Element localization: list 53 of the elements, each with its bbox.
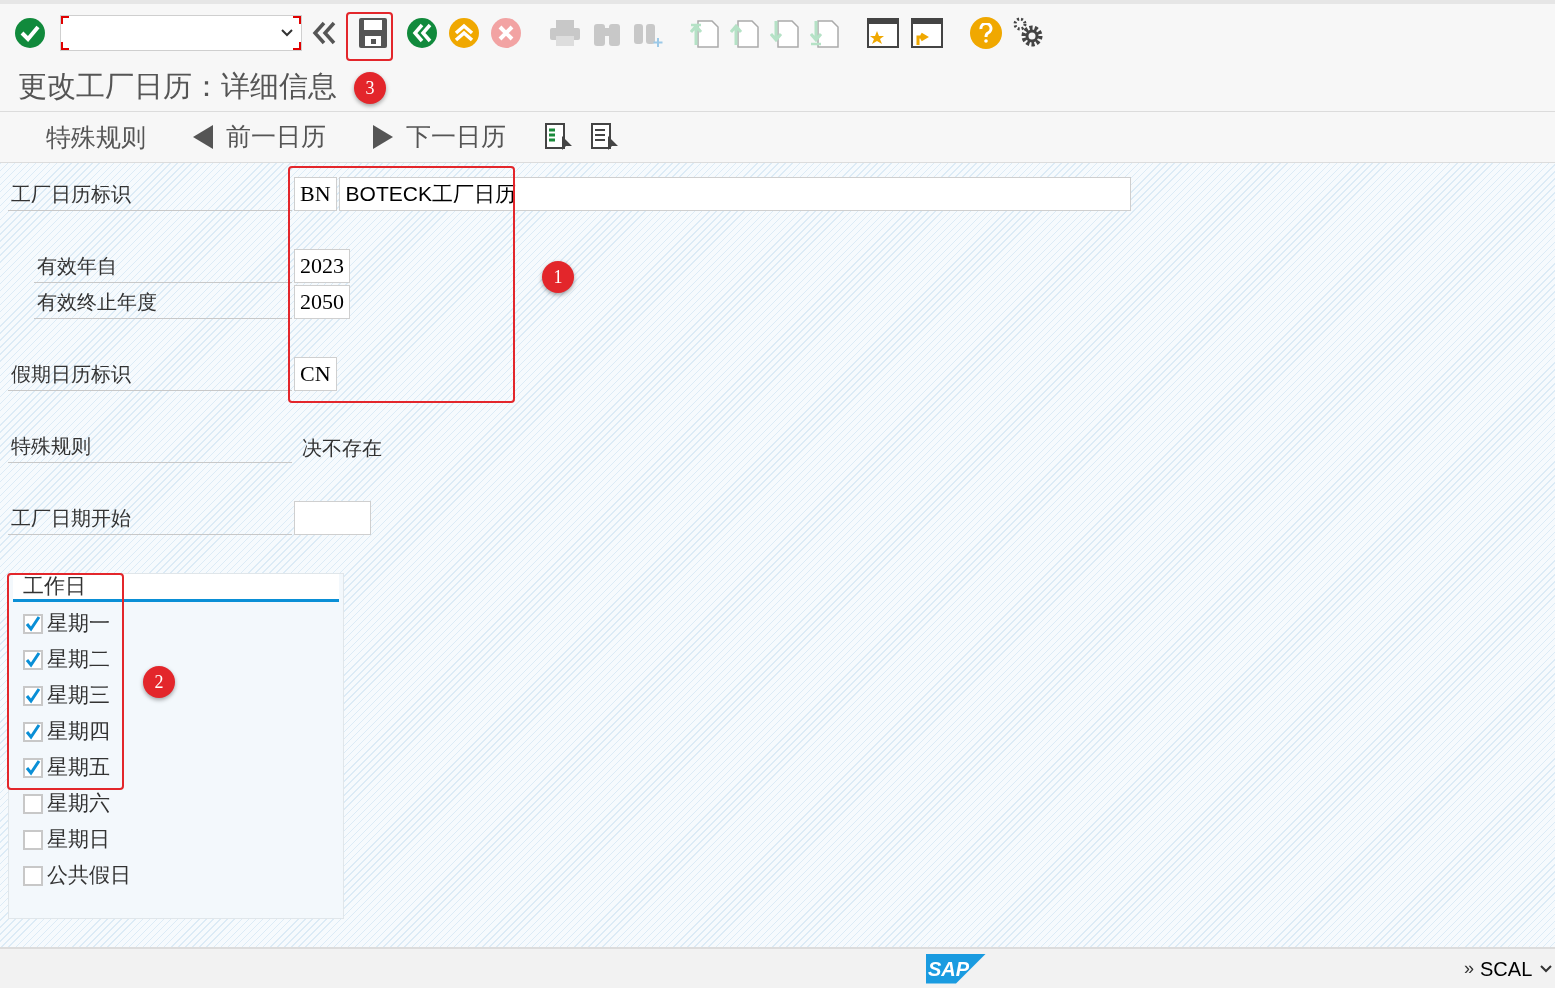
field-label: 工厂日期开始 [8,501,292,535]
sap-logo: SAP [926,953,986,984]
screen-title: 更改工厂日历：详细信息 [18,68,337,104]
cancel-icon[interactable] [490,17,522,49]
transaction-code: SCAL [1480,956,1533,982]
checkbox[interactable] [23,722,43,742]
checkbox-label: 星期六 [47,790,110,818]
command-field[interactable] [60,15,302,51]
input-field[interactable]: 2050 [294,285,350,319]
chevron-down-icon [281,29,293,37]
checkbox[interactable] [23,866,43,886]
calendar-id-field[interactable]: BN [294,177,337,211]
special-rules-button[interactable]: 特殊规则 [38,119,154,155]
input-field[interactable]: CN [294,357,337,391]
checkbox[interactable] [23,794,43,814]
annotation-marker: 3 [354,72,386,104]
field-label: 有效终止年度 [34,285,292,319]
field-label: 工厂日历标识 [8,177,292,211]
calendar-description-field: BOTECK工厂日历 [338,177,1131,211]
checkbox[interactable] [23,650,43,670]
list-pointer-icon[interactable] [544,122,574,152]
checkbox[interactable] [23,758,43,778]
checkbox-label: 星期二 [47,646,110,674]
save-icon[interactable] [358,17,388,49]
checkbox-label: 星期五 [47,754,110,782]
checkbox[interactable] [23,830,43,850]
chevron-down-icon[interactable] [1540,964,1553,973]
field-label: 有效年自 [34,249,292,283]
checkbox-label: 星期三 [47,682,110,710]
next-calendar-button[interactable]: 下一日历 [364,119,514,155]
group-title: 工作日 [23,572,86,600]
checkbox-label: 星期四 [47,718,110,746]
triangle-right-icon [372,124,394,150]
previous-calendar-button[interactable]: 前一日历 [184,119,334,155]
field-value: 决不存在 [302,437,382,459]
field-label: 假期日历标识 [8,357,292,391]
triangle-left-icon [192,124,214,150]
double-chevron-left-icon[interactable] [312,20,338,46]
back-icon[interactable] [406,17,438,49]
document-pointer-icon[interactable] [590,122,620,152]
help-icon[interactable] [970,17,1002,49]
more-indicator[interactable]: » [1464,955,1474,982]
input-field[interactable]: 2023 [294,249,350,283]
checkmark-icon[interactable] [14,17,46,49]
input-field[interactable] [294,501,371,535]
checkbox-label: 公共假日 [47,862,131,890]
exit-icon[interactable] [448,17,480,49]
checkbox[interactable] [23,614,43,634]
annotation-frame [346,12,393,61]
checkbox-label: 星期一 [47,610,110,638]
checkbox[interactable] [23,686,43,706]
checkbox-label: 星期日 [47,826,110,854]
field-label: 特殊规则 [8,429,292,463]
